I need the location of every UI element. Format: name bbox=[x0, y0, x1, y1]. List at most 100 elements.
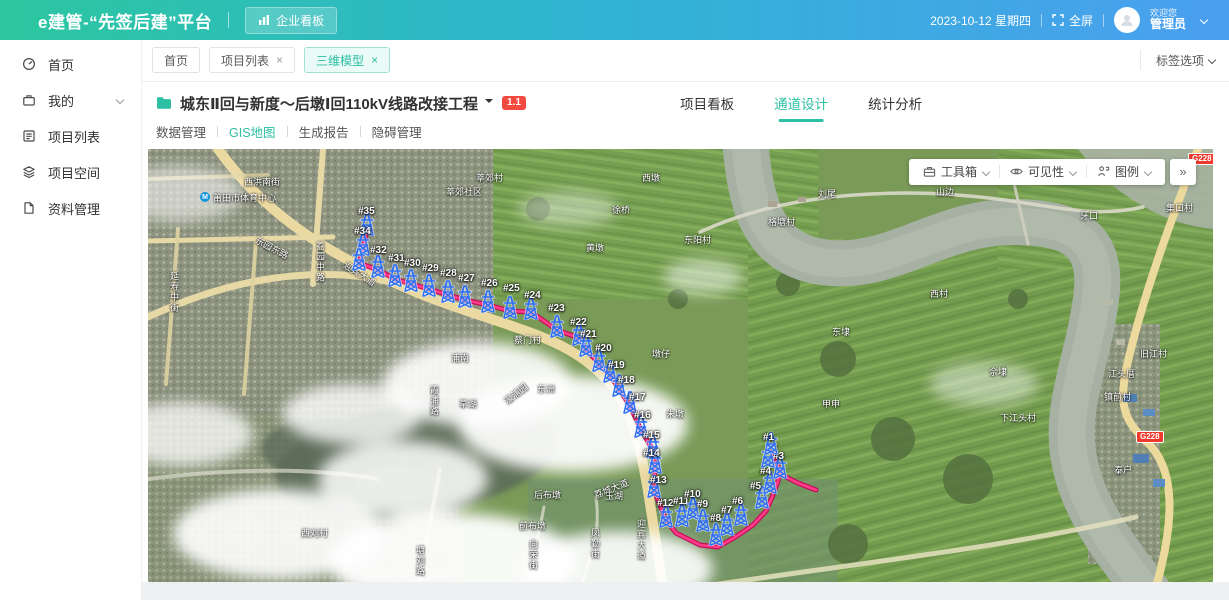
tab-options-dropdown[interactable]: 标签选项 bbox=[1140, 50, 1215, 70]
close-icon[interactable]: × bbox=[276, 53, 283, 67]
tower-marker[interactable] bbox=[369, 254, 387, 278]
sidebar-item-label: 项目列表 bbox=[48, 127, 100, 146]
eye-icon bbox=[1010, 165, 1023, 178]
pylon-icon bbox=[420, 273, 438, 297]
avatar[interactable] bbox=[1114, 7, 1140, 33]
subtab-generate-report[interactable]: 生成报告 bbox=[299, 122, 349, 141]
folder-icon bbox=[156, 96, 172, 110]
welcome-label: 欢迎您 bbox=[1150, 8, 1186, 18]
tower-marker[interactable] bbox=[479, 289, 497, 313]
tab-chip-label: 首页 bbox=[164, 52, 188, 69]
app-title: e建管-“先签后建”平台 bbox=[38, 8, 212, 33]
tower-marker[interactable] bbox=[420, 273, 438, 297]
pylon-icon bbox=[732, 502, 750, 526]
sidebar: 首页 我的 项目列表 项目空间 资料管理 bbox=[0, 40, 142, 600]
map-toolbar: 工具箱 可见性 图例 bbox=[909, 159, 1165, 185]
user-chevron-down-icon[interactable] bbox=[1200, 16, 1208, 24]
document-icon bbox=[22, 201, 36, 215]
toolbar-collapse-button[interactable]: » bbox=[1170, 159, 1196, 185]
sidebar-item-label: 我的 bbox=[48, 91, 74, 110]
gauge-icon bbox=[22, 57, 36, 71]
pylon-icon bbox=[645, 474, 663, 498]
pylon-icon bbox=[522, 296, 540, 320]
legend-label: 图例 bbox=[1115, 163, 1139, 180]
toolbox-label: 工具箱 bbox=[941, 163, 977, 180]
list-icon bbox=[22, 129, 36, 143]
tower-marker[interactable] bbox=[402, 268, 420, 292]
subtab-data-management[interactable]: 数据管理 bbox=[156, 122, 206, 141]
header-date: 2023-10-12 星期四 bbox=[930, 12, 1031, 29]
sidebar-item-home[interactable]: 首页 bbox=[0, 46, 141, 82]
pylon-icon bbox=[350, 247, 368, 271]
fullscreen-button[interactable]: 全屏 bbox=[1052, 12, 1093, 29]
enterprise-dashboard-label: 企业看板 bbox=[276, 12, 324, 29]
toolbox-dropdown[interactable]: 工具箱 bbox=[913, 163, 999, 180]
bottom-gutter bbox=[142, 582, 1229, 600]
tower-marker[interactable] bbox=[548, 314, 566, 338]
header-divider bbox=[1103, 14, 1104, 27]
version-badge: 1.1 bbox=[502, 96, 526, 110]
tower-marker[interactable] bbox=[439, 279, 457, 303]
tower-marker[interactable] bbox=[350, 247, 368, 271]
visibility-dropdown[interactable]: 可见性 bbox=[1000, 163, 1086, 180]
tower-marker[interactable] bbox=[456, 284, 474, 308]
pylon-icon bbox=[501, 295, 519, 319]
tab-chip-home[interactable]: 首页 bbox=[152, 47, 200, 73]
pylon-icon bbox=[479, 289, 497, 313]
tab-chip-3d-model[interactable]: 三维模型 × bbox=[304, 47, 390, 73]
sidebar-item-label: 首页 bbox=[48, 55, 74, 74]
enterprise-dashboard-button[interactable]: 企业看板 bbox=[245, 7, 337, 34]
chevron-down-icon bbox=[116, 96, 124, 104]
divider bbox=[360, 126, 361, 137]
tower-marker[interactable] bbox=[762, 431, 780, 455]
pylon-icon bbox=[548, 314, 566, 338]
sidebar-item-label: 资料管理 bbox=[48, 199, 100, 218]
sidebar-item-mine[interactable]: 我的 bbox=[0, 82, 141, 118]
sidebar-item-project-list[interactable]: 项目列表 bbox=[0, 118, 141, 154]
divider bbox=[217, 126, 218, 137]
toolbox-icon bbox=[923, 165, 936, 178]
tower-marker[interactable] bbox=[646, 450, 664, 474]
project-title[interactable]: 城东Ⅱ回与新度～后墩Ⅰ回110kV线路改接工程 bbox=[180, 93, 478, 114]
pylon-icon bbox=[762, 431, 780, 455]
pylon-icon bbox=[646, 450, 664, 474]
pylon-icon bbox=[439, 279, 457, 303]
caret-down-icon[interactable] bbox=[485, 99, 493, 107]
fullscreen-label: 全屏 bbox=[1069, 12, 1093, 29]
tab-chip-label: 三维模型 bbox=[316, 52, 364, 69]
header-divider bbox=[228, 12, 229, 28]
gis-map[interactable]: M莆田市体育中心西洪南街东园东路荔园中路延寿中街迎宾大道莘郊村莘郊社区西墩徐桥黄… bbox=[148, 149, 1213, 583]
username-label: 管理员 bbox=[1150, 18, 1186, 32]
tab-chip-label: 项目列表 bbox=[221, 52, 269, 69]
sidebar-item-project-space[interactable]: 项目空间 bbox=[0, 154, 141, 190]
sidebar-item-label: 项目空间 bbox=[48, 163, 100, 182]
tab-statistics[interactable]: 统计分析 bbox=[866, 90, 924, 122]
main-tabs: 项目看板 通道设计 统计分析 bbox=[678, 90, 924, 122]
subtab-obstacle-management[interactable]: 隐碍管理 bbox=[372, 122, 422, 141]
project-title-row: 城东Ⅱ回与新度～后墩Ⅰ回110kV线路改接工程 1.1 项目看板 通道设计 统计… bbox=[142, 82, 1229, 120]
tower-marker[interactable] bbox=[621, 390, 639, 414]
chevron-down-icon bbox=[1069, 167, 1077, 175]
sidebar-item-documents[interactable]: 资料管理 bbox=[0, 190, 141, 226]
chevron-down-icon bbox=[1208, 56, 1216, 64]
tower-marker[interactable] bbox=[732, 502, 750, 526]
layers-icon bbox=[22, 165, 36, 179]
pylon-icon bbox=[369, 254, 387, 278]
user-welcome[interactable]: 欢迎您 管理员 bbox=[1150, 8, 1186, 32]
pylon-icon bbox=[456, 284, 474, 308]
divider bbox=[287, 126, 288, 137]
pylon-icon bbox=[402, 268, 420, 292]
tower-marker[interactable] bbox=[522, 296, 540, 320]
tab-project-board[interactable]: 项目看板 bbox=[678, 90, 736, 122]
pylon-icon bbox=[621, 390, 639, 414]
bar-chart-icon bbox=[258, 14, 270, 26]
tower-marker[interactable] bbox=[501, 295, 519, 319]
tab-channel-design[interactable]: 通道设计 bbox=[772, 90, 830, 122]
subtab-gis-map[interactable]: GIS地图 bbox=[229, 122, 276, 141]
tower-marker[interactable] bbox=[645, 474, 663, 498]
close-icon[interactable]: × bbox=[371, 53, 378, 67]
tab-chip-project-list[interactable]: 项目列表 × bbox=[209, 47, 295, 73]
legend-dropdown[interactable]: 图例 bbox=[1087, 163, 1161, 180]
fullscreen-icon bbox=[1052, 14, 1064, 26]
chevron-down-icon bbox=[1144, 167, 1152, 175]
